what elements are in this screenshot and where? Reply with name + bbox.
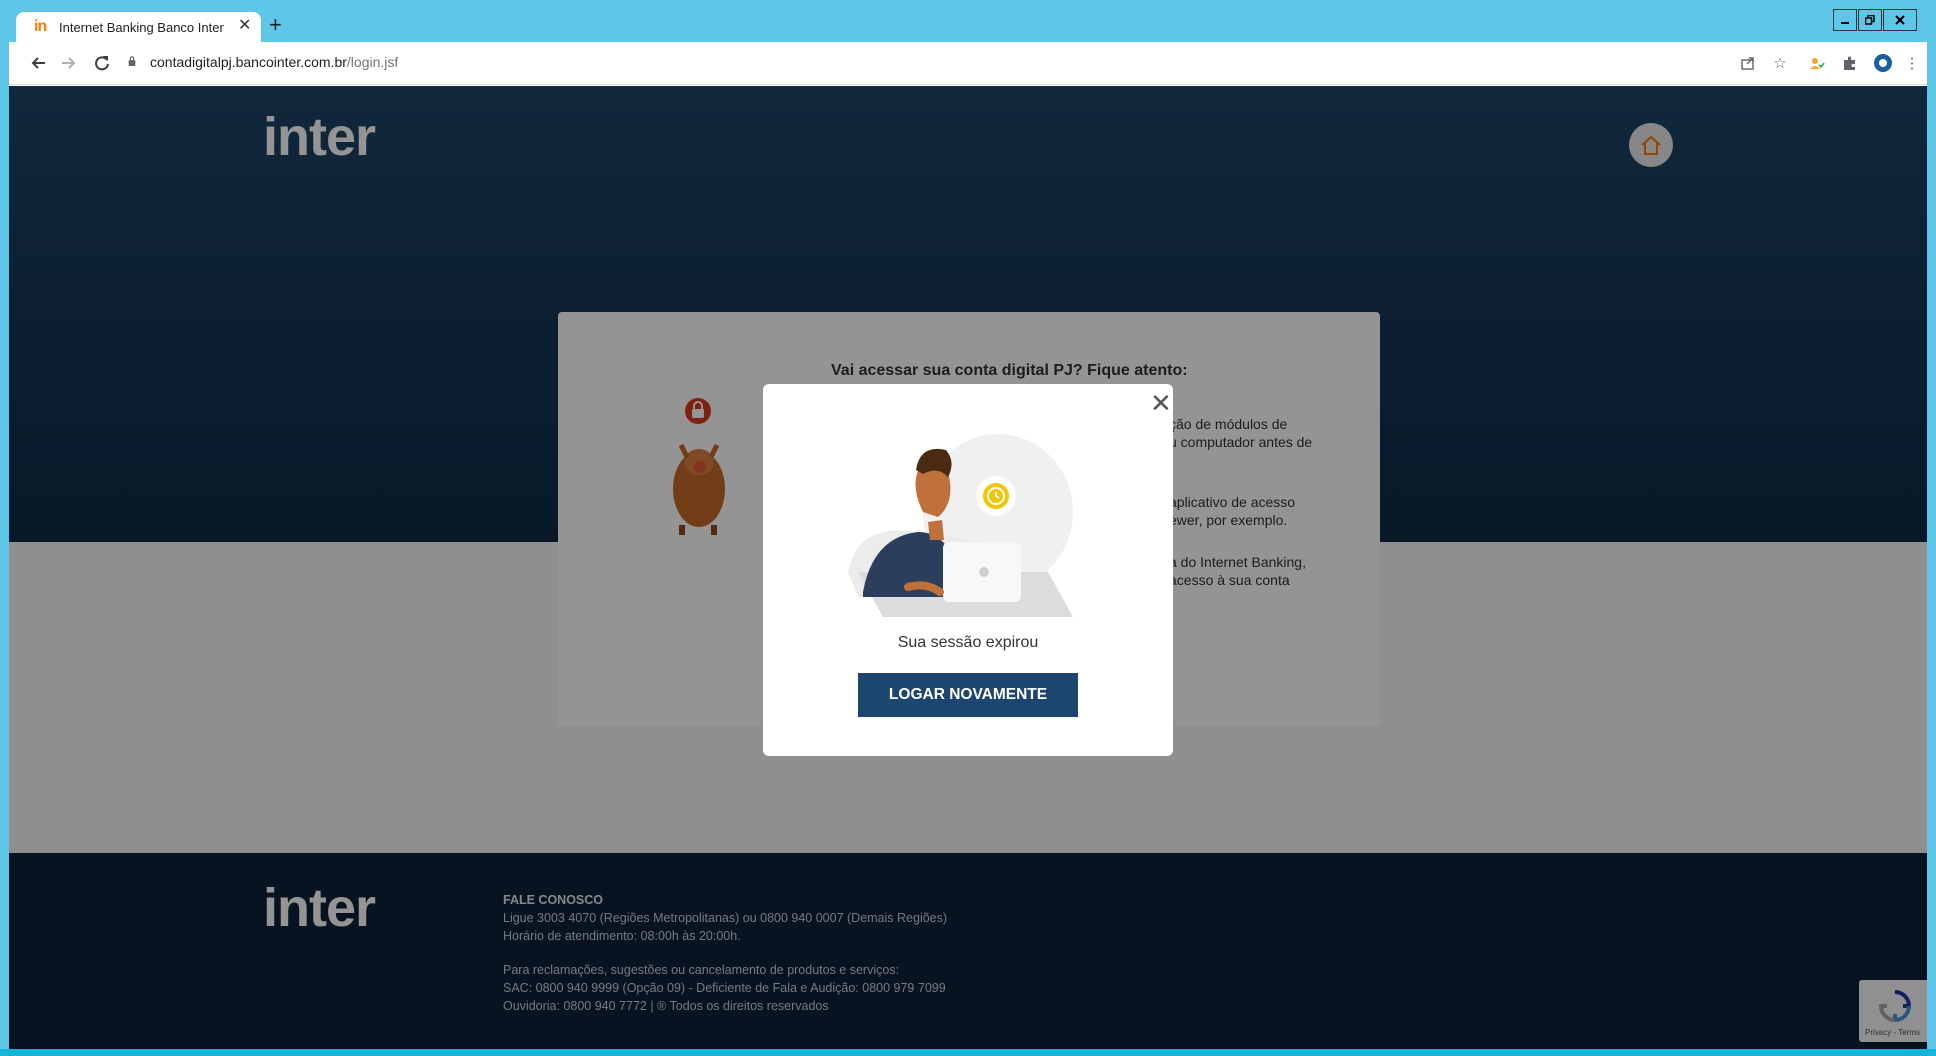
url-path: /login.jsf (346, 54, 399, 70)
address-toolbar: contadigitalpj.bancointer.com.br/login.j… (9, 42, 1927, 85)
restore-icon (1865, 15, 1875, 25)
share-icon[interactable] (1738, 53, 1758, 73)
close-window-button[interactable] (1883, 9, 1917, 31)
extension-user-icon[interactable] (1807, 53, 1827, 73)
new-tab-button[interactable]: + (269, 14, 282, 36)
session-expired-message: Sua sessão expirou (897, 634, 1039, 651)
forward-button[interactable] (56, 50, 82, 76)
bookmark-star-icon[interactable]: ☆ (1770, 53, 1790, 73)
os-taskbar (0, 1049, 1936, 1056)
browser-window: in Internet Banking Banco Inter ✕ + cont… (9, 9, 1927, 1049)
browser-tab[interactable]: in Internet Banking Banco Inter ✕ (16, 12, 261, 42)
browser-menu-icon[interactable]: ⋮ (1902, 53, 1922, 73)
extensions-puzzle-icon[interactable] (1840, 53, 1860, 73)
tab-close-icon[interactable]: ✕ (238, 17, 251, 35)
close-window-icon (1895, 15, 1905, 25)
session-expired-modal: ✕ Sua sessão expirou LOGAR NOVAMENTE (763, 384, 1173, 756)
modal-close-icon[interactable]: ✕ (1150, 390, 1172, 416)
reload-icon (95, 56, 109, 71)
minimize-icon (1841, 22, 1849, 24)
lock-icon[interactable] (127, 56, 137, 66)
minimize-button[interactable] (1833, 9, 1857, 31)
tab-title: Internet Banking Banco Inter (59, 20, 224, 35)
forward-arrow-icon (62, 57, 76, 69)
desktop-screen: in Internet Banking Banco Inter ✕ + cont… (0, 0, 1936, 1056)
back-button[interactable] (25, 50, 51, 76)
inter-favicon-icon: in (34, 18, 47, 35)
url-domain: contadigitalpj.bancointer.com.br (150, 54, 347, 70)
web-page: inter Vai acessar sua conta digital PJ? … (9, 86, 1927, 1049)
session-expired-illustration (848, 434, 1073, 617)
back-arrow-icon (31, 57, 45, 69)
profile-avatar-icon[interactable] (1873, 53, 1893, 73)
login-again-button[interactable]: LOGAR NOVAMENTE (858, 673, 1078, 717)
reload-button[interactable] (89, 50, 115, 76)
address-bar[interactable]: contadigitalpj.bancointer.com.br/login.j… (150, 54, 398, 70)
restore-button[interactable] (1858, 9, 1882, 31)
tab-strip: in Internet Banking Banco Inter ✕ + (9, 9, 1927, 42)
